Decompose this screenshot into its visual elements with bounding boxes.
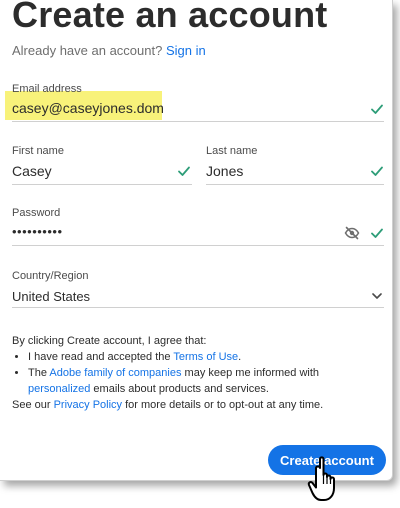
hand-pointer-icon <box>307 456 335 501</box>
email-field: Email address <box>12 83 384 123</box>
terms-footer-text: See our <box>12 399 54 411</box>
terms-bullet-1-end: . <box>238 351 242 363</box>
terms-of-use-link[interactable]: Terms of Use <box>173 351 238 363</box>
email-label: Email address <box>12 83 82 95</box>
signup-card: Create an account Already have an accoun… <box>0 0 393 481</box>
last-name-input[interactable] <box>206 163 356 179</box>
first-name-underline <box>12 184 192 185</box>
terms-bullet-2-mid: may keep me informed with <box>181 367 320 379</box>
password-check-icon <box>371 228 383 238</box>
terms-block: By clicking Create account, I agree that… <box>12 333 382 413</box>
terms-bullet-2-text: The <box>28 367 50 379</box>
adobe-family-link[interactable]: Adobe family of companies <box>49 367 181 379</box>
terms-bullet-1-text: I have read and accepted the <box>28 351 174 363</box>
chevron-down-icon[interactable] <box>371 290 383 302</box>
last-name-underline <box>206 184 384 185</box>
first-name-field: First name <box>12 145 192 185</box>
password-field: Password •••••••••• <box>12 207 384 247</box>
first-name-label: First name <box>12 145 64 157</box>
terms-bullet-2-end: emails about products and services. <box>90 383 269 395</box>
country-field: Country/Region United States <box>12 270 384 310</box>
page-title: Create an account <box>12 0 328 35</box>
signin-row: Already have an account? Sign in <box>12 43 206 58</box>
first-name-input[interactable] <box>12 163 162 179</box>
last-name-check-icon <box>371 166 383 176</box>
signin-link[interactable]: Sign in <box>166 43 206 58</box>
terms-intro: By clicking Create account, I agree that… <box>12 335 207 347</box>
email-underline <box>12 121 384 122</box>
first-name-check-icon <box>178 166 190 176</box>
privacy-policy-link[interactable]: Privacy Policy <box>54 399 122 411</box>
email-check-icon <box>371 104 383 114</box>
eye-slash-icon[interactable] <box>344 225 360 241</box>
personalized-link[interactable]: personalized <box>28 383 90 395</box>
terms-list: I have read and accepted the Terms of Us… <box>12 349 382 397</box>
last-name-field: Last name <box>206 145 384 185</box>
terms-footer-end: for more details or to opt-out at any ti… <box>122 399 324 411</box>
terms-footer: See our Privacy Policy for more details … <box>12 397 382 413</box>
country-underline <box>12 307 384 308</box>
password-underline <box>12 245 384 246</box>
email-input[interactable] <box>12 100 332 116</box>
terms-bullet-1: I have read and accepted the Terms of Us… <box>28 349 382 365</box>
country-select[interactable]: United States <box>12 289 90 304</box>
last-name-label: Last name <box>206 145 258 157</box>
country-label: Country/Region <box>12 270 89 282</box>
signin-prompt: Already have an account? <box>12 43 163 58</box>
password-label: Password <box>12 207 61 219</box>
password-input[interactable]: •••••••••• <box>12 224 63 239</box>
terms-bullet-2: The Adobe family of companies may keep m… <box>28 365 382 397</box>
